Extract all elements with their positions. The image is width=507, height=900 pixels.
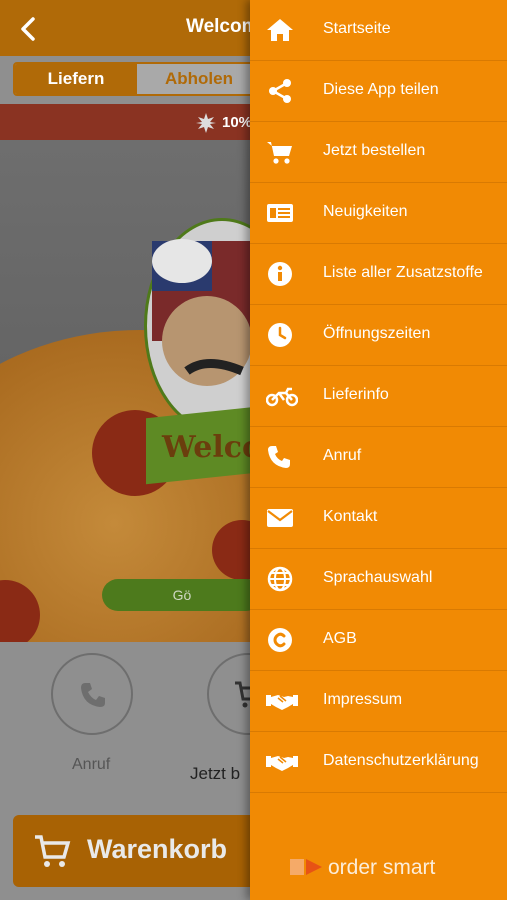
call-label: Anruf: [72, 756, 111, 773]
promo-text: 10%: [222, 114, 253, 131]
menu-item-label: AGB: [323, 630, 357, 647]
menu-item-label: Diese App teilen: [323, 81, 439, 98]
menu-item-startseite[interactable]: Startseite: [250, 0, 507, 61]
handshake-icon: [266, 688, 298, 714]
tab-pickup[interactable]: Abholen: [137, 64, 261, 94]
clock-icon: [266, 322, 294, 348]
cart-label: Warenkorb: [87, 834, 228, 864]
badge-icon: [196, 113, 216, 137]
cart-icon: [35, 835, 71, 867]
phone-icon: [81, 683, 105, 707]
cart-button[interactable]: Warenkorb: [13, 815, 263, 887]
menu-item-order[interactable]: Jetzt bestellen: [250, 122, 507, 183]
motorbike-icon: [265, 383, 299, 409]
home-icon: [266, 17, 294, 43]
menu-item-label: Sprachauswahl: [323, 569, 433, 586]
phone-icon: [266, 444, 294, 470]
info-icon: [266, 261, 294, 287]
menu-item-label: Anruf: [323, 447, 362, 464]
menu-item-label: Startseite: [323, 20, 391, 37]
menu-item-label: Lieferinfo: [323, 386, 389, 403]
menu-item-language[interactable]: Sprachauswahl: [250, 549, 507, 610]
menu-item-terms[interactable]: AGB: [250, 610, 507, 671]
menu-item-label: Liste aller Zusatzstoffe: [323, 264, 483, 281]
share-icon: [266, 78, 294, 104]
menu-item-news[interactable]: Neuigkeiten: [250, 183, 507, 244]
menu-item-privacy[interactable]: Datenschutzerklärung: [250, 732, 507, 793]
menu-item-label: Datenschutzerklärung: [323, 752, 479, 769]
copyright-icon: [266, 627, 294, 653]
menu-item-imprint[interactable]: Impressum: [250, 671, 507, 732]
menu-item-label: Neuigkeiten: [323, 203, 408, 220]
mail-icon: [266, 505, 294, 531]
logo-mark-icon: [290, 857, 324, 877]
hero-button[interactable]: Gö: [102, 579, 262, 611]
menu-item-opening-hours[interactable]: Öffnungszeiten: [250, 305, 507, 366]
call-button[interactable]: [51, 653, 133, 735]
menu-item-label: Jetzt bestellen: [323, 142, 426, 159]
menu-item-label: Kontakt: [323, 508, 378, 525]
logo-text: order smart: [328, 856, 436, 879]
order-now-label: Jetzt b: [190, 764, 241, 783]
menu-item-call[interactable]: Anruf: [250, 427, 507, 488]
navigation-drawer: Startseite Diese App teilen Jetzt bestel…: [250, 0, 507, 900]
menu-item-contact[interactable]: Kontakt: [250, 488, 507, 549]
delivery-mode-toggle: Liefern Abholen: [13, 62, 263, 96]
menu-item-delivery-info[interactable]: Lieferinfo: [250, 366, 507, 427]
tab-deliver[interactable]: Liefern: [15, 64, 137, 94]
globe-icon: [266, 566, 294, 592]
menu-item-label: Öffnungszeiten: [323, 325, 431, 342]
handshake-icon: [266, 749, 298, 775]
cart-icon: [266, 139, 294, 165]
newspaper-icon: [266, 200, 294, 226]
menu-item-share[interactable]: Diese App teilen: [250, 61, 507, 122]
chevron-left-icon[interactable]: [14, 14, 44, 44]
drawer-menu: Startseite Diese App teilen Jetzt bestel…: [250, 0, 507, 793]
menu-item-label: Impressum: [323, 691, 403, 708]
menu-item-additives[interactable]: Liste aller Zusatzstoffe: [250, 244, 507, 305]
order-smart-logo: order smart: [290, 856, 435, 880]
